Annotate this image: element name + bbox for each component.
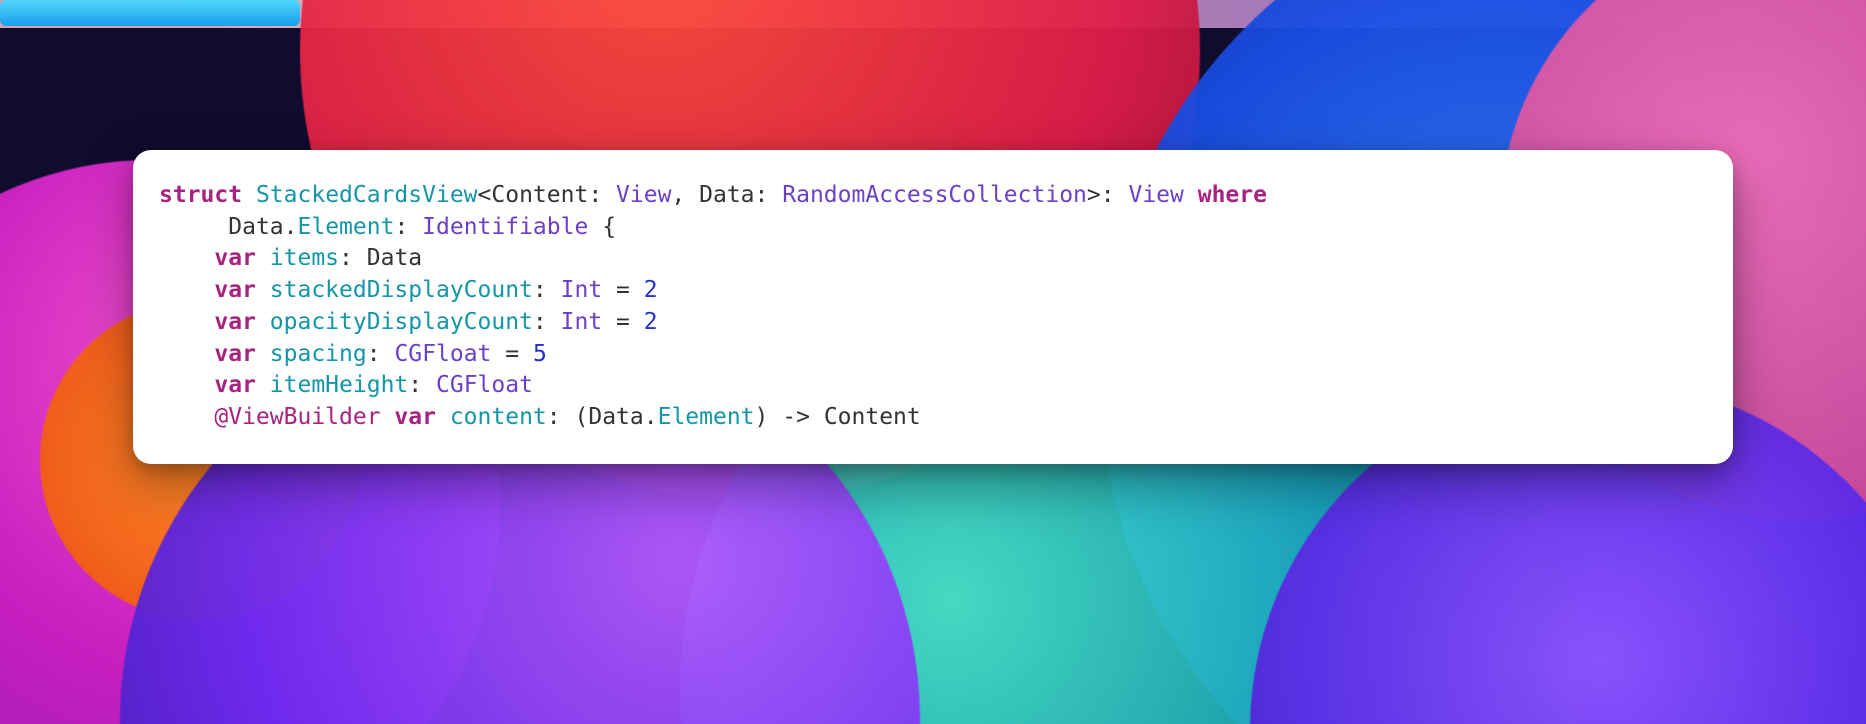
punct: :	[1101, 182, 1115, 208]
type-ref: Data	[228, 214, 283, 240]
punct: :	[533, 277, 547, 303]
punct: .	[284, 214, 298, 240]
punct: =	[616, 277, 630, 303]
keyword-var: var	[214, 309, 256, 335]
keyword-var: var	[214, 372, 256, 398]
punct: :	[339, 245, 353, 271]
number-literal: 2	[644, 309, 658, 335]
var-name: items	[270, 245, 339, 271]
type-ref: Int	[561, 277, 603, 303]
generic-param: Content	[491, 182, 588, 208]
brace: {	[602, 214, 616, 240]
punct: =	[616, 309, 630, 335]
var-name: spacing	[270, 341, 367, 367]
member: Element	[298, 214, 395, 240]
punct: (	[574, 404, 588, 430]
type-ref: CGFloat	[436, 372, 533, 398]
punct: ,	[671, 182, 685, 208]
punct: =	[505, 341, 519, 367]
type-ref: Data	[367, 245, 422, 271]
code-block: struct StackedCardsView<Content: View, D…	[159, 180, 1707, 434]
type-ref: Int	[561, 309, 603, 335]
keyword-var: var	[214, 277, 256, 303]
keyword-var: var	[394, 404, 436, 430]
punct: :	[408, 372, 422, 398]
type-ref: Content	[824, 404, 921, 430]
type-ref: Data	[588, 404, 643, 430]
keyword-struct: struct	[159, 182, 242, 208]
var-name: content	[450, 404, 547, 430]
var-name: stackedDisplayCount	[270, 277, 533, 303]
keyword-var: var	[214, 245, 256, 271]
code-card: struct StackedCardsView<Content: View, D…	[133, 150, 1733, 464]
protocol: View	[616, 182, 671, 208]
punct: :	[547, 404, 561, 430]
punct: :	[588, 182, 602, 208]
attribute: @ViewBuilder	[214, 404, 380, 430]
punct: :	[367, 341, 381, 367]
var-name: opacityDisplayCount	[270, 309, 533, 335]
punct: :	[394, 214, 408, 240]
number-literal: 5	[533, 341, 547, 367]
keyword-var: var	[214, 341, 256, 367]
member: Element	[658, 404, 755, 430]
punct: :	[533, 309, 547, 335]
bg-shape	[0, 0, 300, 26]
protocol: View	[1128, 182, 1183, 208]
number-literal: 2	[644, 277, 658, 303]
punct: >	[1087, 182, 1101, 208]
keyword-where: where	[1198, 182, 1267, 208]
type-ref: CGFloat	[394, 341, 491, 367]
var-name: itemHeight	[270, 372, 408, 398]
protocol: RandomAccessCollection	[782, 182, 1087, 208]
punct: )	[755, 404, 769, 430]
arrow: ->	[782, 404, 810, 430]
type-name: StackedCardsView	[256, 182, 478, 208]
punct: .	[644, 404, 658, 430]
generic-param: Data	[699, 182, 754, 208]
punct: :	[755, 182, 769, 208]
protocol: Identifiable	[422, 214, 588, 240]
punct: <	[478, 182, 492, 208]
